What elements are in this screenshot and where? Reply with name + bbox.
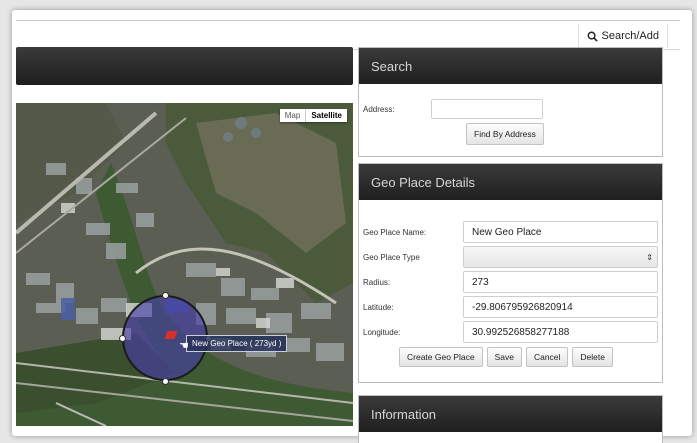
geo-place-map-label: New Geo Place ( 273yd ) (186, 335, 288, 352)
longitude-label: Longitude: (363, 327, 401, 337)
information-panel: Information (358, 395, 663, 443)
details-button-row: Create Geo Place Save Cancel Delete (399, 347, 613, 367)
hand-cursor-icon: ☚ (179, 340, 189, 352)
delete-button[interactable]: Delete (572, 347, 613, 367)
satellite-imagery (16, 103, 353, 426)
information-panel-header: Information (359, 396, 662, 432)
map-type-map[interactable]: Map (280, 109, 306, 122)
address-label: Address: (363, 104, 395, 114)
search-add-label: Search/Add (601, 30, 659, 42)
latitude-label: Latitude: (363, 302, 394, 312)
name-label: Geo Place Name: (363, 227, 427, 237)
details-panel-title: Geo Place Details (371, 174, 476, 190)
radius-handle-left[interactable] (119, 335, 126, 342)
map-type-satellite[interactable]: Satellite (305, 109, 347, 122)
name-input[interactable]: New Geo Place (463, 221, 658, 243)
address-input[interactable] (431, 99, 543, 119)
map-type-control: Map Satellite (279, 109, 347, 122)
radius-row: Radius: 273 (363, 271, 658, 293)
details-panel-header: Geo Place Details (359, 164, 662, 200)
longitude-input[interactable]: 30.992526858277188 (463, 321, 658, 343)
information-panel-title: Information (371, 406, 437, 422)
radius-handle-top[interactable] (162, 292, 169, 299)
radius-label: Radius: (363, 277, 391, 287)
map-header-bar (16, 47, 353, 85)
latitude-row: Latitude: -29.806795926820914 (363, 296, 658, 318)
select-arrows-icon: ⇕ (646, 252, 653, 262)
find-by-address-button[interactable]: Find By Address (466, 123, 544, 145)
longitude-row: Longitude: 30.992526858277188 (363, 321, 658, 343)
search-icon (587, 31, 598, 42)
type-select[interactable]: ⇕ (463, 246, 658, 268)
latitude-input[interactable]: -29.806795926820914 (463, 296, 658, 318)
type-label: Geo Place Type (363, 252, 420, 262)
create-geo-place-button[interactable]: Create Geo Place (399, 347, 483, 367)
search-add-button[interactable]: Search/Add (577, 24, 668, 48)
radius-input[interactable]: 273 (463, 271, 658, 293)
name-row: Geo Place Name: New Geo Place (363, 221, 658, 243)
search-panel-title: Search (371, 58, 413, 74)
search-panel: Search Address: Find By Address (358, 47, 663, 157)
satellite-map[interactable]: Map Satellite New Geo Place ( 273yd ) ☚ (16, 103, 353, 426)
save-button[interactable]: Save (486, 347, 522, 367)
radius-handle-bottom[interactable] (162, 378, 169, 385)
top-toolbar: Search/Add (16, 20, 680, 50)
type-row: Geo Place Type ⇕ (363, 246, 658, 268)
search-panel-header: Search (359, 48, 662, 84)
geo-place-details-panel: Geo Place Details Geo Place Name: New Ge… (358, 163, 663, 383)
cancel-button[interactable]: Cancel (525, 347, 569, 367)
address-row: Address: (363, 98, 553, 120)
